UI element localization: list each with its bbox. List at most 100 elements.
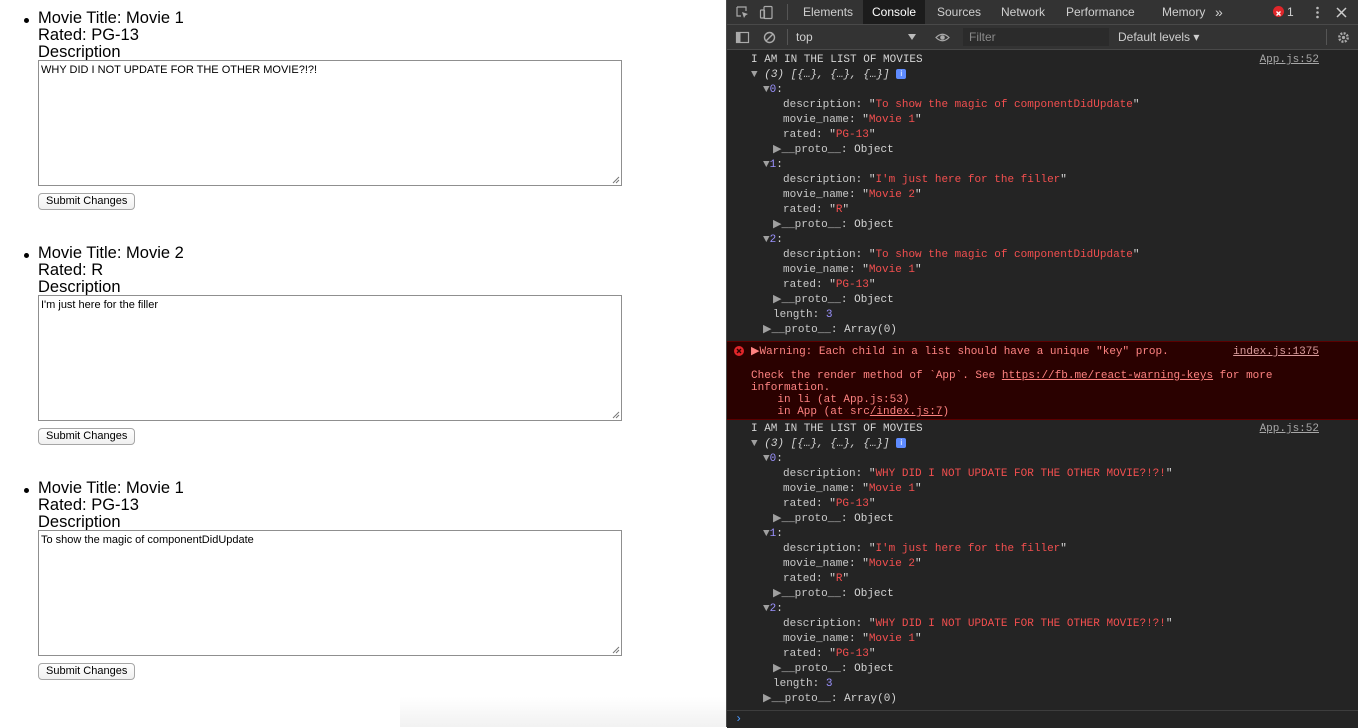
property-key: __proto__ xyxy=(781,588,841,600)
dropdown-arrow-icon[interactable] xyxy=(908,34,916,40)
close-icon[interactable] xyxy=(1334,5,1349,20)
console-log-message: I AM IN THE LIST OF MOVIES xyxy=(751,423,923,435)
expanded-triangle-icon: ▼ xyxy=(763,603,770,615)
context-selector[interactable]: top xyxy=(796,25,813,49)
property-value: PG-13 xyxy=(835,498,869,510)
sidebar-toggle-icon[interactable] xyxy=(735,30,750,45)
console-prompt-input[interactable]: › xyxy=(727,710,1358,728)
log-levels-dropdown[interactable]: Default levels ▾ xyxy=(1118,25,1199,49)
array-index-row[interactable]: ▼0: xyxy=(763,84,783,97)
proto-row[interactable]: ▶__proto__: Object xyxy=(773,294,894,307)
source-link[interactable]: App.js:52 xyxy=(1260,423,1319,436)
tab-sources[interactable]: Sources xyxy=(929,0,989,24)
description-textarea[interactable]: To show the magic of componentDidUpdate xyxy=(38,530,622,656)
array-index-row[interactable]: ▼2: xyxy=(763,603,783,616)
console-scrollbar[interactable] xyxy=(1344,50,1358,710)
array-index-row[interactable]: ▼0: xyxy=(763,453,783,466)
array-index-row[interactable]: ▼1: xyxy=(763,159,783,172)
tab-memory[interactable]: Memory xyxy=(1154,0,1213,24)
inspect-element-icon[interactable] xyxy=(735,5,750,20)
property-value: Object xyxy=(854,144,894,156)
error-icon[interactable] xyxy=(1273,6,1284,17)
proto-row[interactable]: ▶__proto__: Array(0) xyxy=(763,324,897,337)
property-key: description xyxy=(783,618,856,630)
property-value: Object xyxy=(854,513,894,525)
proto-row[interactable]: ▶__proto__: Object xyxy=(773,219,894,232)
array-summary-row[interactable]: ▼ (3) [{…}, {…}, {…}] i xyxy=(751,438,907,451)
filter-input[interactable]: Filter xyxy=(963,28,1109,46)
property-key: __proto__ xyxy=(771,324,831,336)
proto-row[interactable]: ▶__proto__: Object xyxy=(773,663,894,676)
index-js-link[interactable]: /index.js:7 xyxy=(870,406,943,418)
settings-gear-icon[interactable] xyxy=(1336,30,1351,45)
error-icon xyxy=(734,346,744,356)
device-toolbar-icon[interactable] xyxy=(759,5,774,20)
array-summary-row[interactable]: ▼ (3) [{…}, {…}, {…}] i xyxy=(751,69,907,82)
list-bullet xyxy=(24,18,29,23)
expanded-triangle-icon: ▼ xyxy=(751,438,758,450)
page-bottom-shading xyxy=(400,697,726,727)
expanded-triangle-icon: ▼ xyxy=(763,84,770,96)
property-row: movie_name: "Movie 1" xyxy=(783,114,922,126)
array-index-row[interactable]: ▼2: xyxy=(763,234,783,247)
submit-changes-button[interactable]: Submit Changes xyxy=(38,193,136,210)
property-row: movie_name: "Movie 2" xyxy=(783,189,922,201)
description-label: Description xyxy=(38,43,121,61)
property-value: Movie 1 xyxy=(868,264,916,276)
movie-rating: Rated: PG-13 xyxy=(38,496,139,514)
description-textarea[interactable]: I'm just here for the filler xyxy=(38,295,622,421)
array-index: 1 xyxy=(769,159,777,171)
property-key: description xyxy=(783,468,856,480)
submit-changes-button[interactable]: Submit Changes xyxy=(38,428,136,445)
tab-console[interactable]: Console xyxy=(863,0,926,24)
textarea-value: To show the magic of componentDidUpdate xyxy=(41,534,254,546)
array-index-row[interactable]: ▼1: xyxy=(763,528,783,541)
source-link[interactable]: App.js:52 xyxy=(1260,54,1319,67)
resize-grip-icon[interactable] xyxy=(612,411,620,419)
more-tabs-button[interactable]: » xyxy=(1211,0,1227,24)
description-label: Description xyxy=(38,513,121,531)
tab-performance[interactable]: Performance xyxy=(1058,0,1143,24)
tab-network[interactable]: Network xyxy=(993,0,1053,24)
expanded-triangle-icon: ▼ xyxy=(763,528,770,540)
tab-elements[interactable]: Elements xyxy=(796,0,860,24)
property-key: length xyxy=(773,309,813,321)
source-link[interactable]: index.js:1375 xyxy=(1233,346,1319,359)
warning-detail: Check the render method of `App`. See ht… xyxy=(751,370,1273,382)
submit-changes-button[interactable]: Submit Changes xyxy=(38,663,136,680)
resize-grip-icon[interactable] xyxy=(612,646,620,654)
property-key: movie_name xyxy=(783,558,850,570)
property-key: movie_name xyxy=(783,114,850,126)
clear-console-icon[interactable] xyxy=(762,30,777,45)
property-value: I'm just here for the filler xyxy=(875,174,1061,186)
proto-row[interactable]: ▶__proto__: Object xyxy=(773,513,894,526)
length-row: length: 3 xyxy=(773,678,833,690)
warning-detail: information. xyxy=(751,382,831,394)
property-value: Array(0) xyxy=(844,324,897,336)
property-value: Movie 2 xyxy=(868,558,916,570)
warning-stack-line: in App (at src/index.js:7) xyxy=(751,406,950,418)
proto-row[interactable]: ▶__proto__: Array(0) xyxy=(763,693,897,706)
property-value: I'm just here for the filler xyxy=(875,543,1061,555)
property-value: Movie 1 xyxy=(868,633,916,645)
prompt-chevron-icon: › xyxy=(735,712,743,726)
property-value: Object xyxy=(854,588,894,600)
devtools-panel: Elements Console Sources Network Perform… xyxy=(726,0,1358,728)
warning-message-row[interactable]: ▶Warning: Each child in a list should ha… xyxy=(751,346,1169,358)
property-key: description xyxy=(783,543,856,555)
description-textarea[interactable]: WHY DID I NOT UPDATE FOR THE OTHER MOVIE… xyxy=(38,60,622,186)
live-expression-eye-icon[interactable] xyxy=(935,30,950,45)
more-options-icon[interactable] xyxy=(1310,5,1325,20)
resize-grip-icon[interactable] xyxy=(612,176,620,184)
proto-row[interactable]: ▶__proto__: Object xyxy=(773,144,894,157)
property-key: __proto__ xyxy=(781,513,841,525)
property-row: rated: "R" xyxy=(783,573,850,585)
react-warning-keys-link[interactable]: https://fb.me/react-warning-keys xyxy=(1002,370,1213,382)
array-summary: (3) [{…}, {…}, {…}] xyxy=(764,438,890,450)
proto-row[interactable]: ▶__proto__: Object xyxy=(773,588,894,601)
property-key: __proto__ xyxy=(781,294,841,306)
error-count[interactable]: 1 xyxy=(1287,0,1294,24)
react-app-page: Movie Title: Movie 1 Rated: PG-13 Descri… xyxy=(0,0,726,727)
property-key: description xyxy=(783,249,856,261)
property-key: movie_name xyxy=(783,189,850,201)
